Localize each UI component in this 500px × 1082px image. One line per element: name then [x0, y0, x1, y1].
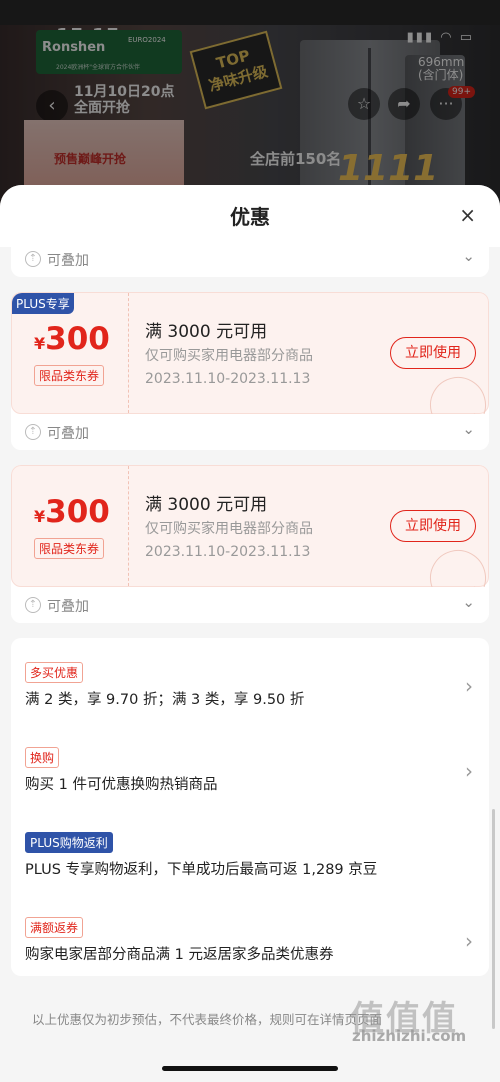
coupon-dates: 2023.11.10-2023.11.13	[145, 371, 311, 387]
promotion-item-plus-rebate: PLUS购物返利 PLUS 专享购物返利，下单成功后最高可返 1,289 京豆	[11, 820, 489, 900]
promotion-tag: PLUS购物返利	[25, 832, 113, 853]
chevron-right-icon[interactable]: ›	[465, 759, 473, 783]
stackable-label: 可叠加	[47, 426, 89, 442]
coupon-card: ¥300 限品类东券 满 3000 元可用 仅可购买家用电器部分商品 2023.…	[11, 465, 489, 623]
stack-icon: ⇡	[25, 597, 41, 613]
promotion-tag: 满额返券	[25, 917, 84, 938]
coupon-amount: ¥300	[34, 321, 110, 357]
promotion-item-coupon-return[interactable]: 满额返券 购家电家居部分商品满 1 元返居家多品类优惠券 ›	[11, 905, 489, 985]
currency-symbol: ¥	[34, 334, 46, 353]
promotion-desc: 购家电家居部分商品满 1 元返居家多品类优惠券	[25, 947, 334, 963]
coupon-amount-area: PLUS专享 ¥300 限品类东券	[12, 293, 129, 413]
sheet-header: 优惠 ×	[0, 185, 500, 247]
promotion-item-trade-up[interactable]: 换购 购买 1 件可优惠换购热销商品 ›	[11, 735, 489, 815]
coupon-amount-area: ¥300 限品类东券	[12, 466, 129, 586]
home-indicator[interactable]	[162, 1066, 338, 1071]
coupon-card: PLUS专享 ¥300 限品类东券 满 3000 元可用 仅可购买家用电器部分商…	[11, 292, 489, 450]
coupon-body: PLUS专享 ¥300 限品类东券 满 3000 元可用 仅可购买家用电器部分商…	[11, 292, 489, 440]
category-tag: 限品类东券	[34, 538, 105, 559]
coupon-condition: 满 3000 元可用	[145, 322, 268, 342]
disclaimer-text: 以上优惠仅为初步预估，不代表最终价格，规则可在详情页页面	[32, 1012, 383, 1027]
plus-exclusive-tag: PLUS专享	[12, 293, 74, 314]
amount-value: 300	[45, 321, 110, 357]
coupon-dates: 2023.11.10-2023.11.13	[145, 544, 311, 560]
close-icon[interactable]: ×	[459, 203, 476, 227]
use-now-button[interactable]: 立即使用	[390, 510, 476, 542]
stackable-row[interactable]: ⇡ 可叠加 ⌄	[11, 241, 489, 277]
promotion-tag: 换购	[25, 747, 60, 768]
stack-icon: ⇡	[25, 424, 41, 440]
coupon-amount: ¥300	[34, 494, 110, 530]
currency-symbol: ¥	[34, 507, 46, 526]
watermark-url: zhizhizhi.com	[352, 1027, 467, 1045]
chevron-down-icon[interactable]: ⌄	[462, 593, 475, 611]
discount-sheet: 优惠 × ⇡ 可叠加 ⌄ PLUS专享 ¥300 限品类东券 满 3000 元可…	[0, 185, 500, 1082]
coupon-condition: 满 3000 元可用	[145, 495, 268, 515]
promotion-desc: 满 2 类，享 9.70 折；满 3 类，享 9.50 折	[25, 692, 305, 708]
chevron-down-icon[interactable]: ⌄	[462, 420, 475, 438]
stackable-row[interactable]: ⇡ 可叠加 ⌄	[11, 414, 489, 450]
stackable-label: 可叠加	[47, 253, 89, 269]
chevron-down-icon[interactable]: ⌄	[462, 247, 475, 265]
coupon-scope: 仅可购买家用电器部分商品	[145, 521, 313, 537]
promotion-item-multi-buy[interactable]: 多买优惠 满 2 类，享 9.70 折；满 3 类，享 9.50 折 ›	[11, 650, 489, 730]
promotions-panel: 多买优惠 满 2 类，享 9.70 折；满 3 类，享 9.50 折 › 换购 …	[11, 638, 489, 976]
promotion-desc: PLUS 专享购物返利，下单成功后最高可返 1,289 京豆	[25, 862, 378, 878]
stackable-label: 可叠加	[47, 599, 89, 615]
coupon-scope: 仅可购买家用电器部分商品	[145, 348, 313, 364]
coupon-body: ¥300 限品类东券 满 3000 元可用 仅可购买家用电器部分商品 2023.…	[11, 465, 489, 613]
chevron-right-icon[interactable]: ›	[465, 929, 473, 953]
sheet-title: 优惠	[230, 205, 270, 229]
stackable-row[interactable]: ⇡ 可叠加 ⌄	[11, 587, 489, 623]
promotion-desc: 购买 1 件可优惠换购热销商品	[25, 777, 218, 793]
stack-icon: ⇡	[25, 251, 41, 267]
promotion-tag: 多买优惠	[25, 662, 84, 683]
chevron-right-icon[interactable]: ›	[465, 674, 473, 698]
scrollbar[interactable]	[492, 809, 495, 1029]
use-now-button[interactable]: 立即使用	[390, 337, 476, 369]
category-tag: 限品类东券	[34, 365, 105, 386]
amount-value: 300	[45, 494, 110, 530]
